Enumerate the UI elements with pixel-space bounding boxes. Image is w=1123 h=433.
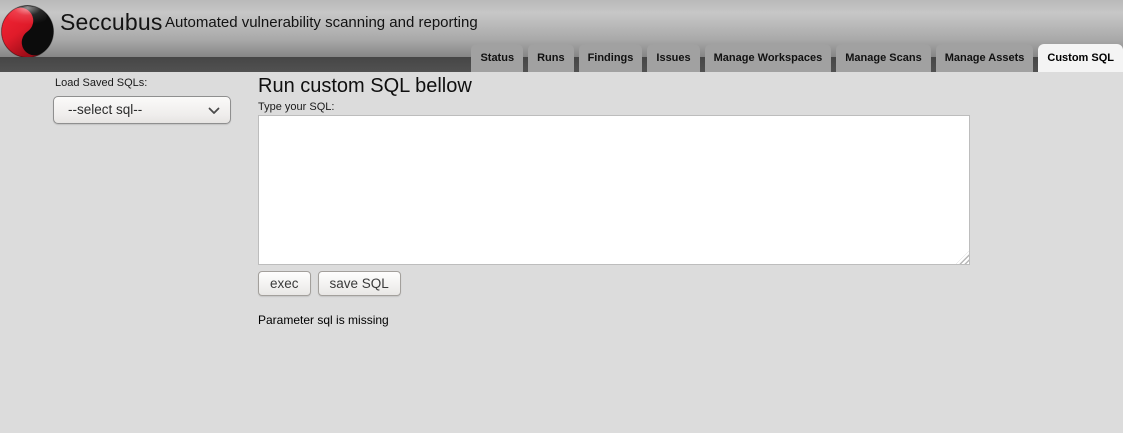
save-sql-button[interactable]: save SQL: [317, 271, 401, 296]
sidebar: Load Saved SQLs: --select sql--: [0, 72, 258, 433]
load-saved-sqls-label: Load Saved SQLs:: [55, 77, 148, 89]
app-tagline: Automated vulnerability scanning and rep…: [165, 14, 478, 31]
tab-manage-workspaces[interactable]: Manage Workspaces: [704, 44, 832, 72]
app-header: Seccubus Automated vulnerability scannin…: [0, 0, 1123, 72]
content-area: Load Saved SQLs: --select sql-- Run cust…: [0, 72, 1123, 433]
sql-input[interactable]: [258, 115, 970, 265]
tab-issues[interactable]: Issues: [647, 44, 700, 72]
tab-runs[interactable]: Runs: [528, 44, 574, 72]
exec-button[interactable]: exec: [258, 271, 311, 296]
tab-status[interactable]: Status: [471, 44, 524, 72]
tab-manage-scans[interactable]: Manage Scans: [836, 44, 931, 72]
tab-custom-sql[interactable]: Custom SQL: [1038, 44, 1123, 72]
chevron-down-icon: [208, 107, 220, 114]
tab-manage-assets[interactable]: Manage Assets: [935, 44, 1034, 72]
status-message: Parameter sql is missing: [258, 313, 389, 327]
page-title: Run custom SQL bellow: [258, 75, 472, 97]
saved-sql-select-value: --select sql--: [68, 102, 143, 117]
saved-sql-select[interactable]: --select sql--: [53, 96, 231, 124]
sql-input-label: Type your SQL:: [258, 101, 335, 113]
sql-input-wrap: [258, 115, 970, 265]
tab-findings[interactable]: Findings: [578, 44, 643, 72]
main-tab-bar: Status Runs Findings Issues Manage Works…: [471, 44, 1123, 72]
main-panel: Run custom SQL bellow Type your SQL: exe…: [258, 72, 1123, 433]
seccubus-logo: [1, 5, 54, 58]
app-title: Seccubus: [60, 9, 163, 35]
button-row: exec save SQL: [258, 271, 1123, 296]
